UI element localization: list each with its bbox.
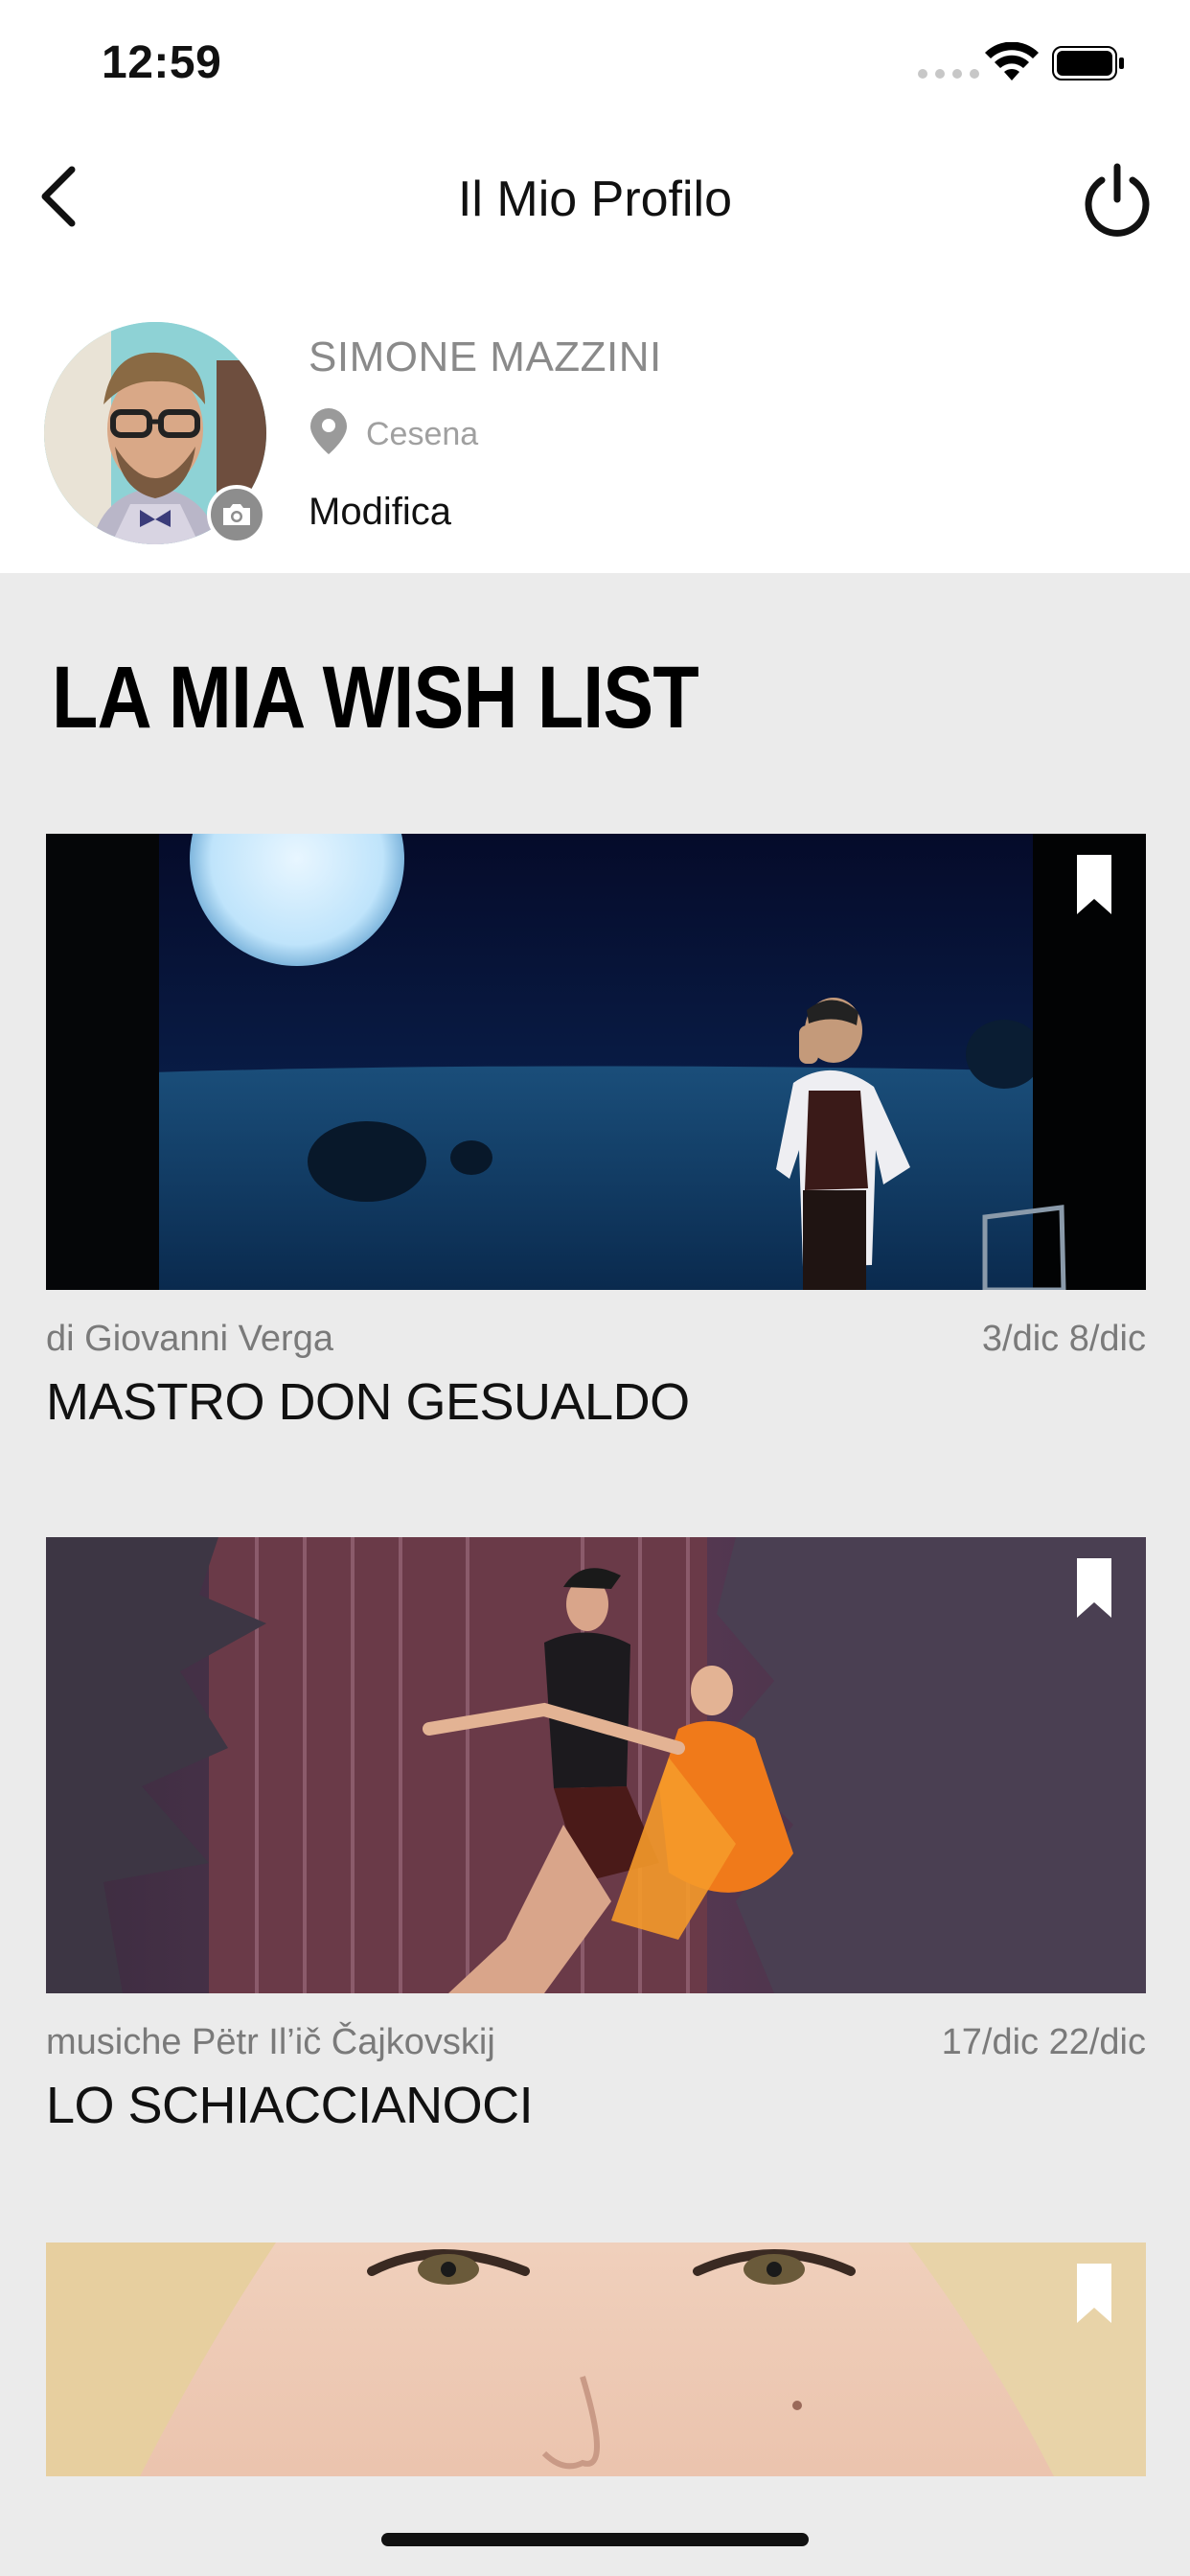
- bookmark-icon[interactable]: [1075, 1556, 1113, 1620]
- show-image: [46, 834, 1146, 1290]
- nav-header: Il Mio Profilo: [0, 134, 1190, 288]
- show-title: LO SCHIACCIANOCI: [46, 2077, 534, 2134]
- location-pin-icon: [310, 408, 347, 454]
- status-time: 12:59: [102, 37, 222, 88]
- wishlist-card[interactable]: musiche Pëtr Il’ič Čajkovskij 17/dic 22/…: [46, 1537, 1146, 2134]
- show-title: MASTRO DON GESUALDO: [46, 1373, 690, 1431]
- camera-icon: [223, 504, 250, 525]
- wishlist-card[interactable]: di Giovanni Verga 3/dic 8/dic MASTRO DON…: [46, 834, 1146, 1431]
- profile-location: Cesena: [366, 416, 479, 452]
- page-title: Il Mio Profilo: [457, 172, 733, 227]
- wishlist-card[interactable]: [46, 2242, 1146, 2476]
- bookmark-icon[interactable]: [1075, 2262, 1113, 2325]
- profile-section: SIMONE MAZZINI Cesena Modifica: [0, 288, 1190, 573]
- home-indicator[interactable]: [381, 2533, 809, 2546]
- change-photo-button[interactable]: [207, 485, 266, 544]
- profile-name: SIMONE MAZZINI: [309, 334, 662, 380]
- show-image: [46, 2242, 1146, 2476]
- battery-icon: [1052, 46, 1124, 80]
- signal-icon: [918, 69, 979, 79]
- wifi-icon: [985, 42, 1039, 80]
- wishlist-title: LA MIA WISH LIST: [52, 649, 699, 747]
- show-author: musiche Pëtr Il’ič Čajkovskij: [46, 2022, 495, 2062]
- show-dates: 17/dic 22/dic: [941, 2022, 1146, 2062]
- bookmark-icon[interactable]: [1075, 853, 1113, 916]
- show-dates: 3/dic 8/dic: [981, 1319, 1146, 1359]
- show-image: [46, 1537, 1146, 1993]
- show-author: di Giovanni Verga: [46, 1319, 333, 1359]
- power-icon[interactable]: [1077, 163, 1157, 243]
- status-bar: 12:59: [0, 0, 1190, 134]
- edit-profile-link[interactable]: Modifica: [309, 491, 451, 534]
